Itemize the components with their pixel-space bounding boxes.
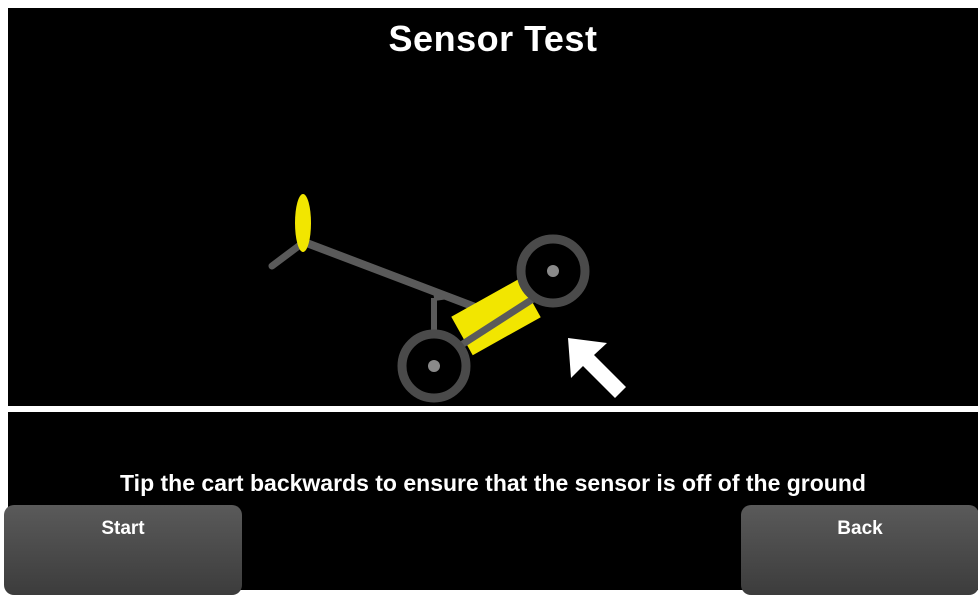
sensor-test-screen: Sensor Test Tip the cart backwards to en [8, 8, 978, 590]
back-button-label: Back [837, 518, 883, 539]
instruction-text: Tip the cart backwards to ensure that th… [120, 470, 866, 496]
cart-tipped-backward-icon [268, 194, 590, 403]
cart-illustration [268, 194, 626, 403]
start-button[interactable]: Start [4, 505, 242, 595]
back-button[interactable]: Back [741, 505, 978, 595]
arrow-up-left-icon [568, 338, 626, 398]
divider [8, 406, 978, 412]
start-button-label: Start [101, 518, 145, 539]
